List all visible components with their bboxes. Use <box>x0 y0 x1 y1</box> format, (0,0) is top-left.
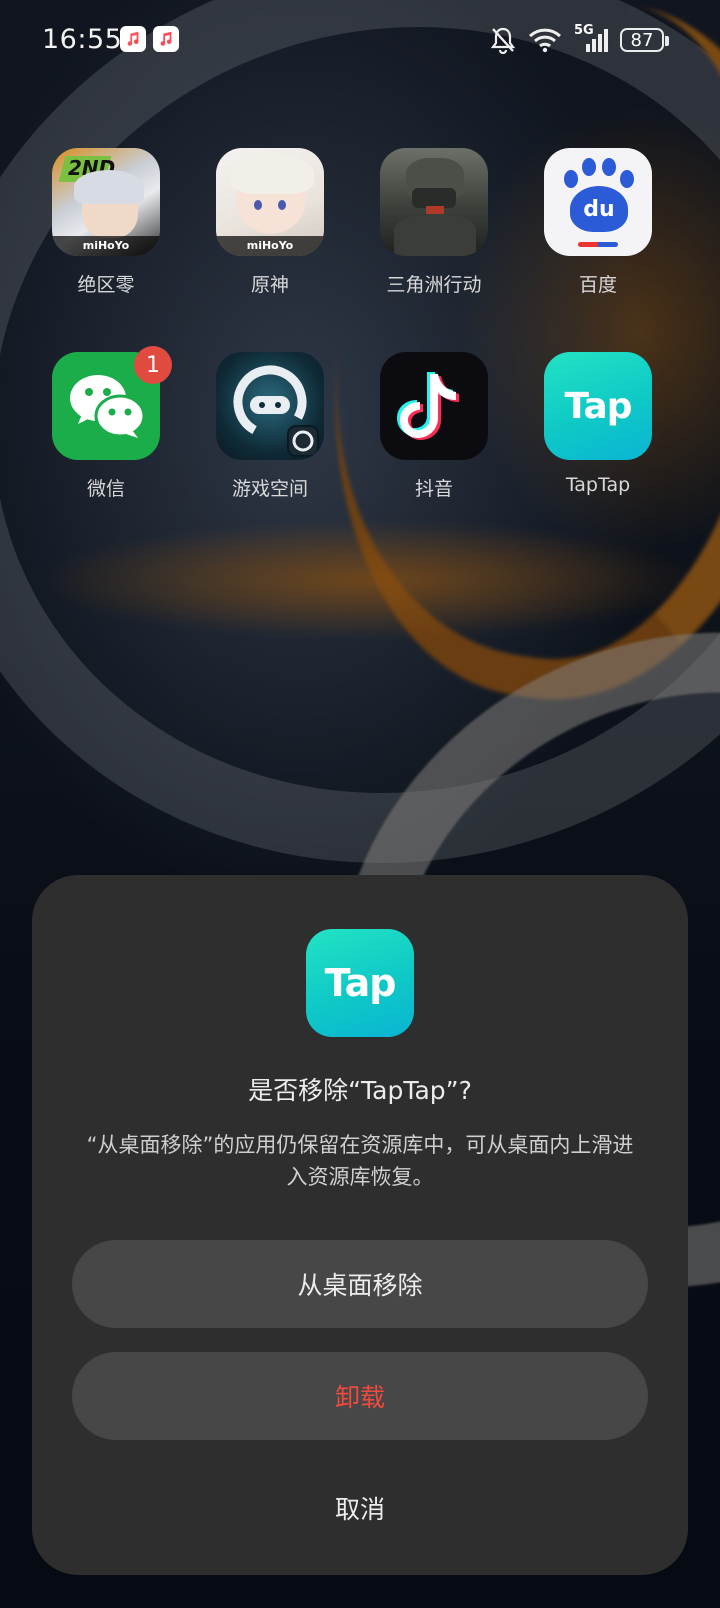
taptap-icon: Tap <box>544 352 652 460</box>
status-bar: 16:55 5G 87 <box>0 0 720 82</box>
music-icon <box>153 26 179 52</box>
douyin-icon <box>380 352 488 460</box>
genshin-impact-icon: miHoYo <box>216 148 324 256</box>
app-taptap[interactable]: Tap TapTap <box>528 352 668 496</box>
app-label: 原神 <box>250 274 289 296</box>
music-icon <box>120 26 146 52</box>
app-label: 百度 <box>578 274 617 296</box>
app-label: 游戏空间 <box>231 478 308 500</box>
game-space-icon <box>216 352 324 460</box>
taptap-icon: Tap <box>306 929 414 1037</box>
icon-text: Tap <box>324 961 397 1005</box>
app-label: TapTap <box>565 474 631 496</box>
app-douyin[interactable]: 抖音 <box>364 352 504 501</box>
bell-muted-icon <box>490 26 516 54</box>
remove-app-dialog: Tap 是否移除“TapTap”? “从桌面移除”的应用仍保留在资源库中，可从桌… <box>32 875 688 1575</box>
network-type: 5G <box>574 23 594 38</box>
app-game-space[interactable]: 游戏空间 <box>200 352 340 501</box>
notification-badge: 1 <box>134 346 172 384</box>
status-time: 16:55 <box>42 24 123 55</box>
dialog-message: “从桌面移除”的应用仍保留在资源库中，可从桌面内上滑进入资源库恢复。 <box>86 1133 634 1189</box>
signal-icon: 5G <box>574 23 608 53</box>
app-label: 三角洲行动 <box>386 274 482 296</box>
icon-text: Tap <box>564 385 633 427</box>
app-zenless-zone-zero[interactable]: 2ND miHoYo 绝区零 <box>36 148 176 297</box>
brand-text: miHoYo <box>52 236 160 256</box>
uninstall-button[interactable]: 卸载 <box>72 1352 648 1440</box>
remove-from-desktop-button[interactable]: 从桌面移除 <box>72 1240 648 1328</box>
brand-text: miHoYo <box>216 236 324 256</box>
zenless-zone-zero-icon: 2ND miHoYo <box>52 148 160 256</box>
app-label: 微信 <box>86 478 125 500</box>
app-baidu[interactable]: du 百度 <box>528 148 668 297</box>
app-delta-force[interactable]: 三角洲行动 <box>364 148 504 297</box>
delta-force-icon <box>380 148 488 256</box>
app-genshin-impact[interactable]: miHoYo 原神 <box>200 148 340 297</box>
wifi-icon <box>528 27 562 53</box>
icon-text: du <box>570 186 628 232</box>
cancel-button[interactable]: 取消 <box>72 1464 648 1552</box>
app-wechat[interactable]: 1 微信 <box>36 346 176 501</box>
app-label: 绝区零 <box>77 274 135 296</box>
dialog-title: 是否移除“TapTap”? <box>248 1076 472 1105</box>
app-label: 抖音 <box>414 478 453 500</box>
battery-level: 87 <box>630 29 654 51</box>
baidu-icon: du <box>544 148 652 256</box>
battery-icon: 87 <box>620 28 669 52</box>
